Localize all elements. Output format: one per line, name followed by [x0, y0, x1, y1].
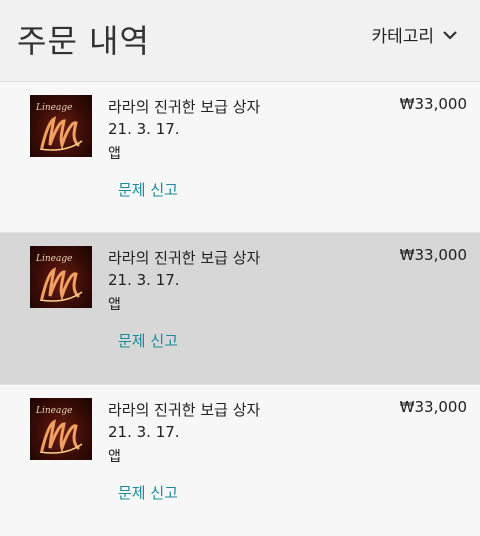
item-name: 라라의 진귀한 보급 상자 [108, 98, 261, 116]
order-type: 앱 [108, 449, 121, 465]
lineage-logo-icon [39, 267, 83, 302]
item-price: ₩33,000 [399, 246, 467, 264]
app-thumbnail[interactable]: Lineage [30, 95, 92, 157]
item-price: ₩33,000 [399, 398, 467, 416]
item-name: 라라의 진귀한 보급 상자 [108, 249, 261, 267]
order-date: 21. 3. 17. [108, 271, 180, 289]
order-list: Lineage 라라의 진귀한 보급 상자 ₩33,000 21. 3. 17.… [0, 82, 480, 536]
page-title: 주문 내역 [17, 22, 150, 60]
order-date: 21. 3. 17. [108, 423, 180, 441]
app-thumbnail[interactable]: Lineage [30, 246, 92, 308]
report-problem-link[interactable]: 문제 신고 [118, 179, 178, 200]
lineage-logo-icon [39, 116, 83, 151]
lineage-logo-icon [39, 419, 83, 454]
order-type: 앱 [108, 297, 121, 313]
order-row[interactable]: Lineage 라라의 진귀한 보급 상자 ₩33,000 21. 3. 17.… [0, 233, 480, 385]
header: 주문 내역 카테고리 [0, 0, 480, 82]
item-name: 라라의 진귀한 보급 상자 [108, 401, 261, 419]
category-dropdown[interactable]: 카테고리 [371, 22, 458, 47]
report-problem-link[interactable]: 문제 신고 [118, 330, 178, 351]
category-label: 카테고리 [371, 27, 434, 47]
chevron-down-icon [443, 30, 457, 40]
app-thumbnail[interactable]: Lineage [30, 398, 92, 460]
order-row[interactable]: Lineage 라라의 진귀한 보급 상자 ₩33,000 21. 3. 17.… [0, 385, 480, 536]
order-row[interactable]: Lineage 라라의 진귀한 보급 상자 ₩33,000 21. 3. 17.… [0, 82, 480, 233]
item-price: ₩33,000 [399, 95, 467, 113]
report-problem-link[interactable]: 문제 신고 [118, 482, 178, 503]
order-date: 21. 3. 17. [108, 120, 180, 138]
order-type: 앱 [108, 146, 121, 162]
